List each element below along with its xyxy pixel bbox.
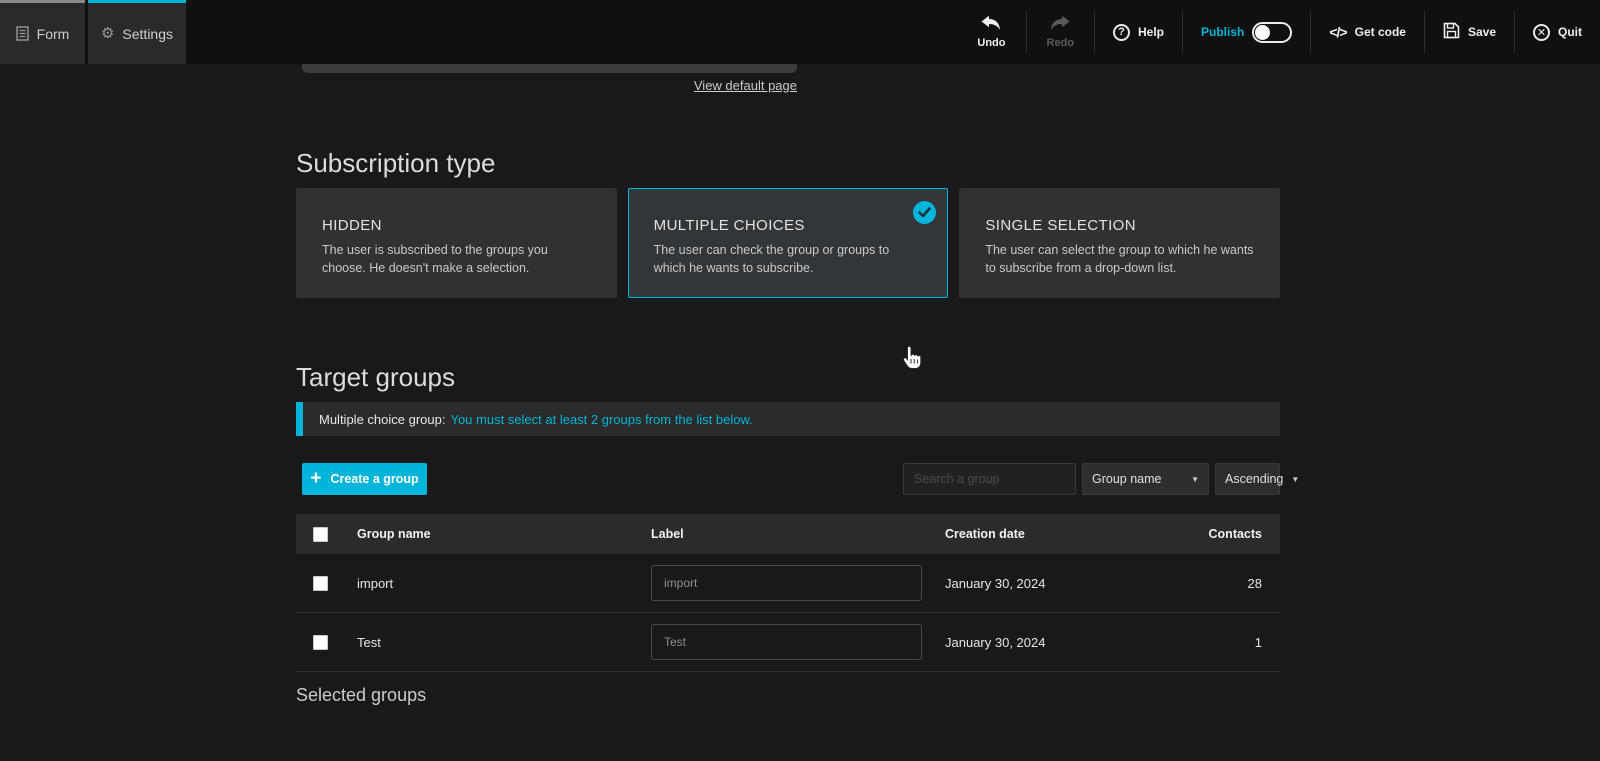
contacts-cell: 1 bbox=[1254, 634, 1262, 650]
divider bbox=[1310, 11, 1312, 53]
view-default-page-row: View default page bbox=[302, 78, 797, 93]
creation-date-cell: January 30, 2024 bbox=[945, 575, 1046, 591]
divider bbox=[1182, 11, 1184, 53]
sort-order-dropdown[interactable]: Ascending ▼ bbox=[1215, 463, 1299, 495]
save-icon bbox=[1443, 22, 1460, 42]
header-group-name: Group name bbox=[357, 527, 431, 541]
group-label-input[interactable] bbox=[651, 624, 922, 660]
option-hidden[interactable]: HIDDEN The user is subscribed to the gro… bbox=[296, 188, 617, 298]
divider bbox=[1094, 11, 1095, 53]
publish-label: Publish bbox=[1201, 25, 1245, 39]
row-checkbox[interactable] bbox=[313, 634, 328, 650]
option-description: The user can select the group to which h… bbox=[985, 243, 1254, 276]
chevron-down-icon: ▼ bbox=[1291, 474, 1300, 484]
topbar: Form ⚙ Settings Undo Redo ? Help Publish bbox=[0, 0, 1600, 64]
option-multiple-choices[interactable]: MULTIPLE CHOICES The user can check the … bbox=[627, 188, 949, 298]
tab-settings[interactable]: ⚙ Settings bbox=[88, 0, 186, 64]
multiple-choice-notice: Multiple choice group: You must select a… bbox=[296, 402, 1280, 436]
target-groups-title: Target groups bbox=[296, 362, 455, 392]
search-group-input[interactable] bbox=[903, 463, 1076, 495]
option-title: SINGLE SELECTION bbox=[985, 217, 1136, 234]
tab-form-label: Form bbox=[36, 25, 70, 42]
tab-form[interactable]: Form bbox=[0, 0, 85, 64]
row-checkbox[interactable] bbox=[313, 575, 328, 591]
group-name-cell: Test bbox=[357, 634, 381, 650]
option-description: The user can check the group or groups t… bbox=[653, 243, 890, 276]
redo-button[interactable]: Redo bbox=[1041, 15, 1081, 49]
selected-check-icon bbox=[913, 201, 937, 224]
groups-table: Group name Label Creation date Contacts … bbox=[296, 514, 1280, 672]
form-icon bbox=[15, 26, 29, 41]
contacts-cell: 28 bbox=[1247, 575, 1262, 591]
undo-icon bbox=[979, 15, 1003, 34]
divider bbox=[1423, 11, 1425, 53]
publish-toggle[interactable] bbox=[1252, 21, 1293, 43]
header-creation-date: Creation date bbox=[945, 527, 1025, 541]
create-group-button[interactable]: + Create a group bbox=[302, 463, 427, 495]
view-default-page-link[interactable]: View default page bbox=[694, 78, 797, 93]
chevron-down-icon: ▼ bbox=[1191, 474, 1199, 484]
plus-icon: + bbox=[310, 467, 322, 489]
group-name-cell: import bbox=[357, 575, 394, 591]
option-description: The user is subscribed to the groups you… bbox=[322, 243, 548, 276]
subscription-type-options: HIDDEN The user is subscribed to the gro… bbox=[296, 188, 1281, 298]
selected-groups-title: Selected groups bbox=[296, 685, 427, 705]
toolbar: Undo Redo ? Help Publish </> Get code Sa… bbox=[971, 0, 1600, 64]
toggle-knob bbox=[1255, 24, 1271, 40]
option-title: MULTIPLE CHOICES bbox=[653, 217, 805, 234]
table-row: import January 30, 2024 28 bbox=[296, 554, 1280, 613]
redo-icon bbox=[1048, 15, 1072, 34]
mouse-cursor bbox=[901, 345, 923, 376]
save-button[interactable]: Save bbox=[1439, 22, 1500, 42]
header-contacts: Contacts bbox=[1208, 527, 1262, 541]
group-list-controls: + Create a group Group name ▼ Ascending … bbox=[296, 463, 1299, 495]
table-row: Test January 30, 2024 1 bbox=[296, 613, 1280, 672]
settings-page: View default page Subscription type HIDD… bbox=[0, 64, 1600, 761]
get-code-button[interactable]: </> Get code bbox=[1325, 24, 1410, 40]
creation-date-cell: January 30, 2024 bbox=[945, 634, 1046, 650]
quit-button[interactable]: ✕ Quit bbox=[1529, 23, 1586, 41]
select-all-checkbox[interactable] bbox=[313, 526, 328, 542]
header-label: Label bbox=[651, 527, 684, 541]
publish-control: Publish bbox=[1197, 21, 1296, 43]
help-icon: ? bbox=[1113, 23, 1130, 41]
divider bbox=[1514, 11, 1515, 53]
notice-text: You must select at least 2 groups from t… bbox=[450, 411, 753, 427]
undo-button[interactable]: Undo bbox=[971, 15, 1011, 49]
help-button[interactable]: ? Help bbox=[1109, 23, 1168, 41]
table-header-row: Group name Label Creation date Contacts bbox=[296, 514, 1280, 554]
sort-field-dropdown[interactable]: Group name ▼ bbox=[1082, 463, 1209, 495]
group-label-input[interactable] bbox=[651, 565, 922, 601]
divider bbox=[1025, 11, 1027, 53]
notice-label: Multiple choice group: bbox=[319, 411, 446, 427]
tab-settings-label: Settings bbox=[122, 25, 174, 42]
option-single-selection[interactable]: SINGLE SELECTION The user can select the… bbox=[959, 188, 1281, 298]
option-title: HIDDEN bbox=[322, 217, 382, 234]
quit-icon: ✕ bbox=[1533, 23, 1550, 41]
code-icon: </> bbox=[1329, 24, 1347, 40]
default-page-input-partial[interactable] bbox=[302, 64, 797, 73]
subscription-type-title: Subscription type bbox=[296, 148, 496, 178]
gear-icon: ⚙ bbox=[100, 25, 115, 42]
